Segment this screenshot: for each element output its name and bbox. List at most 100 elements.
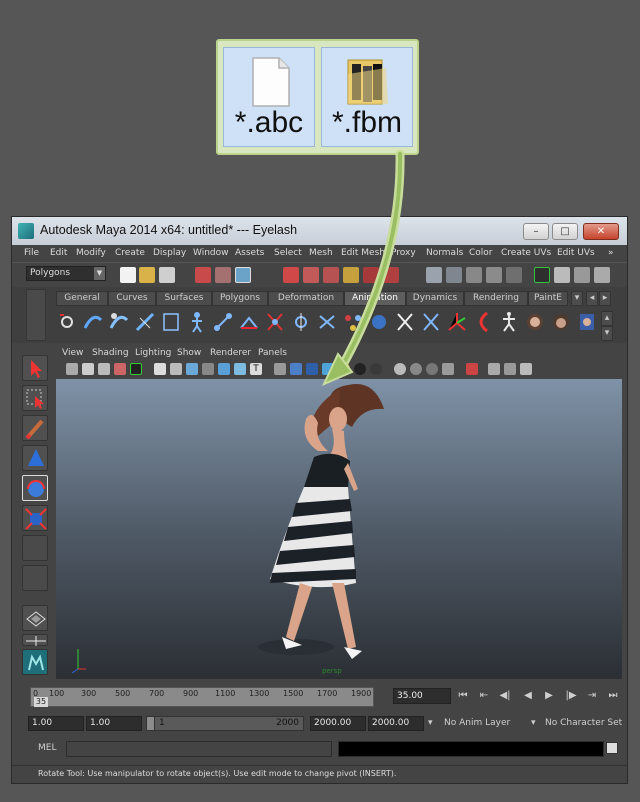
save-scene-icon[interactable]	[159, 267, 175, 283]
magnet-icon[interactable]	[383, 267, 399, 283]
snap-live-icon[interactable]	[363, 267, 379, 283]
camera-attributes-icon[interactable]	[82, 363, 94, 375]
default-lighting-icon[interactable]	[338, 363, 350, 375]
select-object-icon[interactable]	[215, 267, 231, 283]
character-icon[interactable]	[186, 310, 208, 334]
step-back-key-icon[interactable]: ⇤	[477, 689, 491, 703]
camera-select-icon[interactable]	[66, 363, 78, 375]
wrap-icon[interactable]	[420, 310, 442, 334]
motion-path-icon[interactable]	[82, 310, 104, 334]
menu-normals[interactable]: Normals	[426, 248, 463, 258]
anim-layer-chevron-icon[interactable]: ▾	[428, 716, 433, 731]
skin-bind-icon[interactable]	[342, 310, 364, 334]
channel-box-icon[interactable]	[594, 267, 610, 283]
snap-plane-icon[interactable]	[343, 267, 359, 283]
menu-set-dropdown[interactable]: Polygons ▼	[26, 266, 106, 281]
render-frame-icon[interactable]	[446, 267, 462, 283]
playback-end-field[interactable]: 2000.00	[310, 716, 366, 731]
range-slider-handle[interactable]	[147, 717, 155, 730]
face-rig-icon-2[interactable]	[550, 310, 572, 334]
backface-icon[interactable]	[426, 363, 438, 375]
field-chart-icon[interactable]	[218, 363, 230, 375]
menu-window[interactable]: Window	[193, 248, 229, 258]
ipr-render-icon[interactable]	[466, 267, 482, 283]
command-language-label[interactable]: MEL	[38, 743, 56, 753]
shelf-next-icon[interactable]: ▸	[599, 291, 611, 306]
render-view-icon[interactable]	[426, 267, 442, 283]
ik-spline-icon[interactable]	[264, 310, 286, 334]
menu-create-uvs[interactable]: Create UVs	[501, 248, 551, 258]
cluster-icon[interactable]	[368, 310, 390, 334]
safe-action-icon[interactable]	[234, 363, 246, 375]
menu-mesh[interactable]: Mesh	[309, 248, 333, 258]
set-key-icon[interactable]	[56, 310, 78, 334]
shelf-down-icon[interactable]: ▾	[601, 326, 613, 341]
go-to-end-icon[interactable]: ⏭	[606, 689, 620, 703]
range-slider-bar[interactable]: 1 2000	[146, 716, 304, 731]
face-rig-icon-1[interactable]	[524, 310, 546, 334]
wireframe-on-shaded-icon[interactable]	[306, 363, 318, 375]
humanik-icon[interactable]	[498, 310, 520, 334]
tab-painteffects[interactable]: PaintE	[528, 291, 568, 306]
resolution-gate-icon[interactable]	[186, 363, 198, 375]
animation-start-field[interactable]: 1.00	[28, 716, 84, 731]
close-button[interactable]: ✕	[583, 223, 619, 240]
menu-proxy[interactable]: Proxy	[391, 248, 416, 258]
tab-animation[interactable]: Animation	[344, 291, 406, 306]
open-scene-icon[interactable]	[139, 267, 155, 283]
script-editor-icon[interactable]	[606, 742, 618, 754]
rotate-tool-icon[interactable]	[22, 475, 48, 501]
multisample-icon[interactable]	[466, 363, 478, 375]
panel-menu-show[interactable]: Show	[177, 348, 201, 358]
tab-general[interactable]: General	[56, 291, 108, 306]
menu-edit[interactable]: Edit	[50, 248, 67, 258]
shelf-up-icon[interactable]: ▴	[601, 311, 613, 326]
tab-polygons[interactable]: Polygons	[212, 291, 268, 306]
tab-dynamics[interactable]: Dynamics	[406, 291, 464, 306]
new-scene-icon[interactable]	[120, 267, 136, 283]
panel-menu-shading[interactable]: Shading	[92, 348, 129, 358]
ghost-icon[interactable]	[160, 310, 182, 334]
hud-icon[interactable]	[488, 363, 500, 375]
play-forwards-icon[interactable]: ▶	[542, 689, 556, 703]
maximize-button[interactable]: □	[552, 223, 578, 240]
single-pane-layout-icon[interactable]	[22, 605, 48, 631]
step-forward-key-icon[interactable]: ⇥	[585, 689, 599, 703]
film-gate-icon[interactable]	[170, 363, 182, 375]
wireframe-icon[interactable]	[274, 363, 286, 375]
joint-icon[interactable]	[212, 310, 234, 334]
menu-create[interactable]: Create	[115, 248, 145, 258]
tab-rendering[interactable]: Rendering	[464, 291, 528, 306]
maya-logo-button-icon[interactable]	[22, 649, 48, 675]
menu-assets[interactable]: Assets	[235, 248, 264, 258]
shelf-menu-button[interactable]	[26, 289, 46, 341]
isolate-select-icon[interactable]	[370, 363, 382, 375]
select-tool-icon[interactable]	[22, 355, 48, 381]
shadows-icon[interactable]	[354, 363, 366, 375]
menu-edit-uvs[interactable]: Edit UVs	[557, 248, 595, 258]
smooth-shade-icon[interactable]	[290, 363, 302, 375]
command-input[interactable]	[66, 741, 332, 757]
abc-file-tile[interactable]: *.abc	[223, 47, 315, 147]
ambient-occlusion-icon[interactable]	[442, 363, 454, 375]
shelf-scroll-down-icon[interactable]: ▾	[571, 291, 583, 306]
frame-all-icon[interactable]	[130, 363, 142, 375]
menu-color[interactable]: Color	[469, 248, 493, 258]
snap-grid-icon[interactable]	[283, 267, 299, 283]
title-bar[interactable]: Autodesk Maya 2014 x64: untitled* --- Ey…	[12, 217, 627, 245]
constraint-icon[interactable]	[446, 310, 468, 334]
image-plane-icon[interactable]	[114, 363, 126, 375]
scale-tool-icon[interactable]	[22, 505, 48, 531]
menu-file[interactable]: File	[24, 248, 39, 258]
tab-surfaces[interactable]: Surfaces	[156, 291, 212, 306]
hypershade-icon[interactable]	[506, 267, 522, 283]
go-to-start-icon[interactable]: ⏮	[456, 689, 470, 703]
playback-start-field[interactable]: 1.00	[86, 716, 142, 731]
anim-layer-dropdown[interactable]: No Anim Layer	[444, 716, 510, 731]
lasso-tool-icon[interactable]	[22, 385, 48, 411]
step-forward-frame-icon[interactable]: |▶	[564, 689, 578, 703]
frame-selection-icon[interactable]	[534, 267, 550, 283]
face-rig-icon-3[interactable]	[576, 310, 598, 334]
menu-select[interactable]: Select	[274, 248, 302, 258]
fbm-folder-tile[interactable]: *.fbm	[321, 47, 413, 147]
